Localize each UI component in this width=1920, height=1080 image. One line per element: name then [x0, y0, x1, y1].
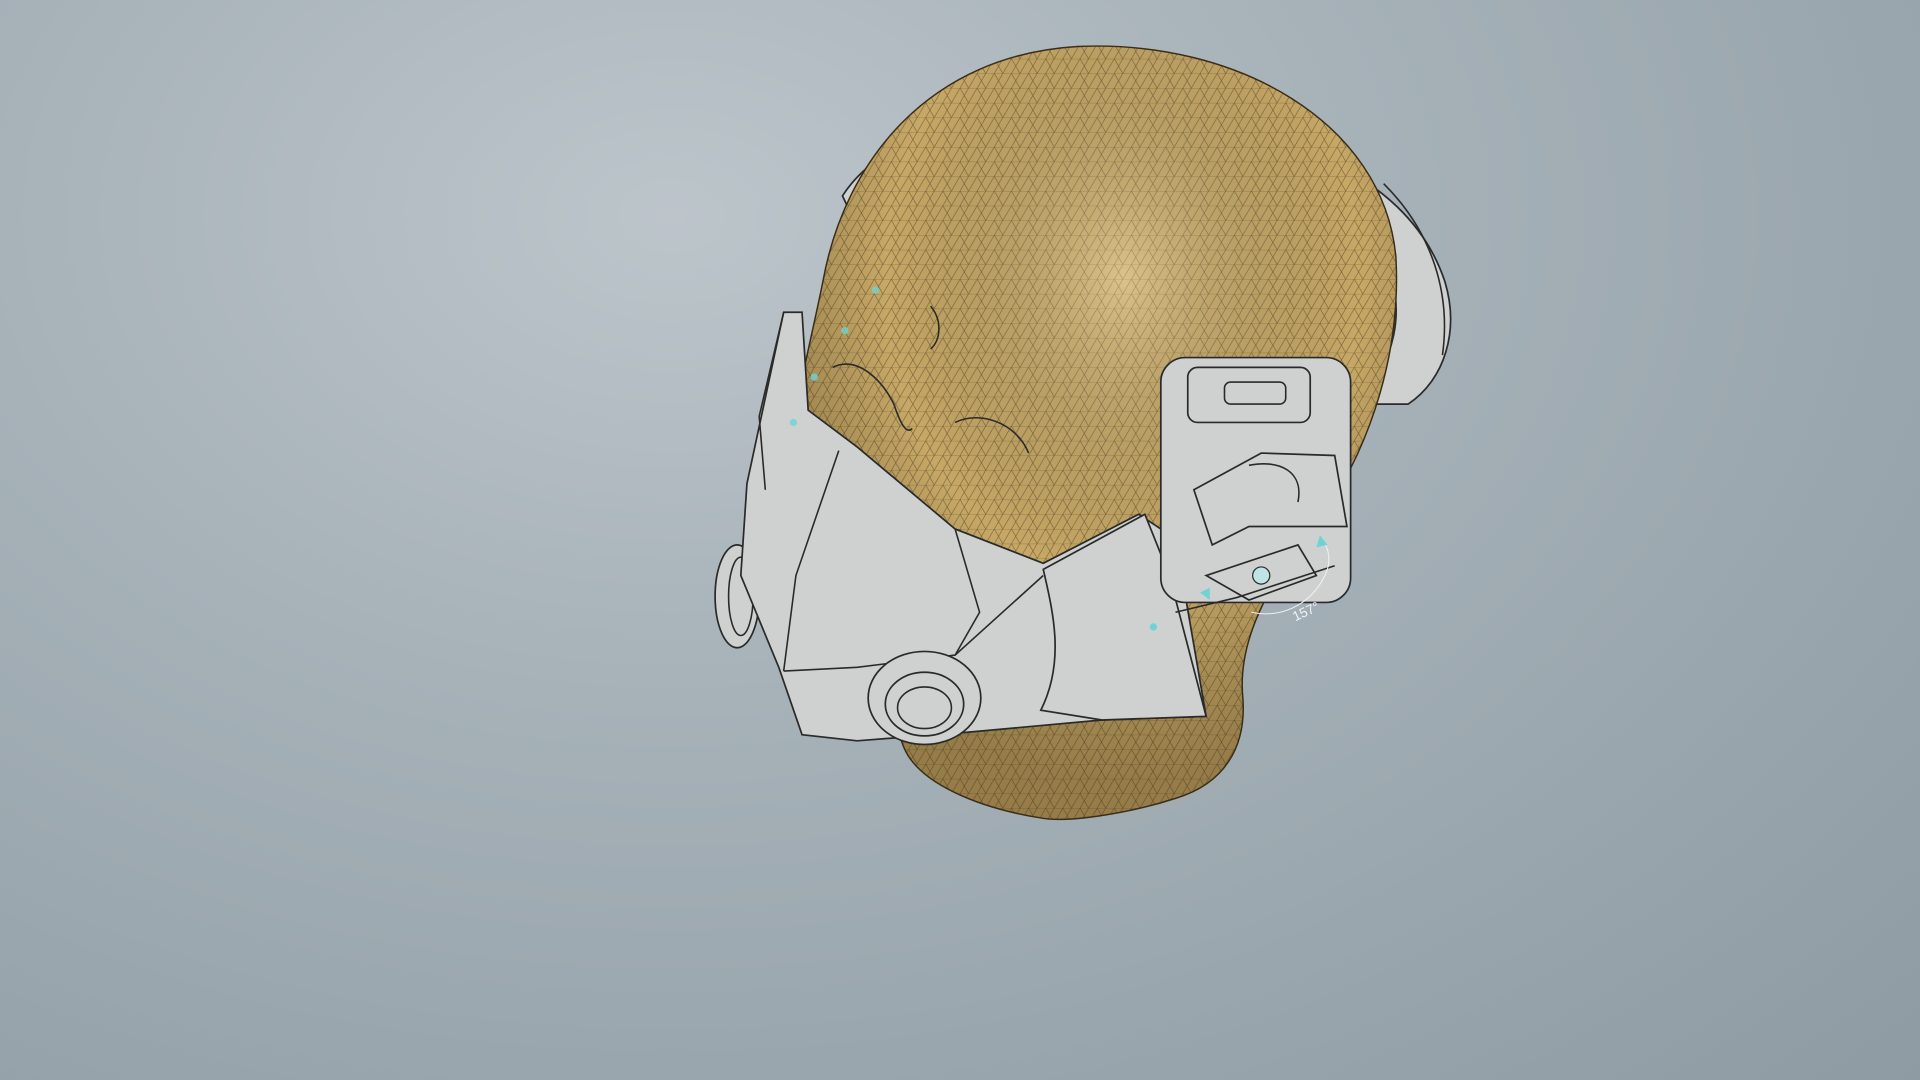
ear-module[interactable]: [1159, 356, 1352, 614]
exhale-valve[interactable]: [867, 650, 982, 746]
3d-viewport[interactable]: 157°: [0, 0, 1920, 1080]
